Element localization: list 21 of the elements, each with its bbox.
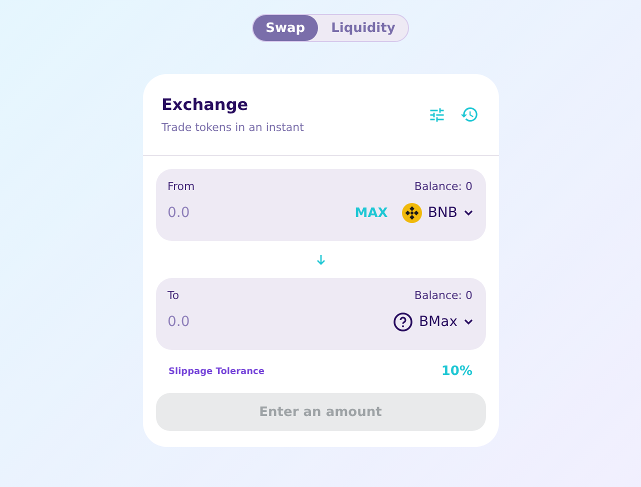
- amount-input[interactable]: 0.0: [168, 314, 393, 330]
- panel-label: To: [168, 289, 180, 302]
- chevron-down-icon: [464, 319, 472, 325]
- card-subtitle: Trade tokens in an instant: [162, 121, 305, 134]
- chevron-down-icon: [464, 210, 472, 216]
- question-icon: [392, 312, 413, 332]
- card-title: Exchange: [162, 95, 250, 114]
- tab[interactable]: Swap: [252, 15, 318, 41]
- amount-input[interactable]: 0.0: [168, 205, 355, 221]
- slippage-label: Slippage Tolerance: [168, 366, 264, 376]
- token-select[interactable]: BMax: [392, 312, 472, 332]
- settings-icon[interactable]: [428, 106, 446, 124]
- tab[interactable]: Liquidity: [318, 15, 408, 41]
- balance-label: Balance: 0: [414, 180, 472, 193]
- token-select[interactable]: BNB: [402, 203, 472, 223]
- history-icon[interactable]: [460, 105, 478, 124]
- coin-icon: [402, 203, 422, 223]
- arrow-down-icon[interactable]: [316, 254, 326, 265]
- slippage-value: 10%: [441, 364, 472, 379]
- balance-label: Balance: 0: [414, 289, 472, 302]
- panel-label: From: [168, 180, 195, 193]
